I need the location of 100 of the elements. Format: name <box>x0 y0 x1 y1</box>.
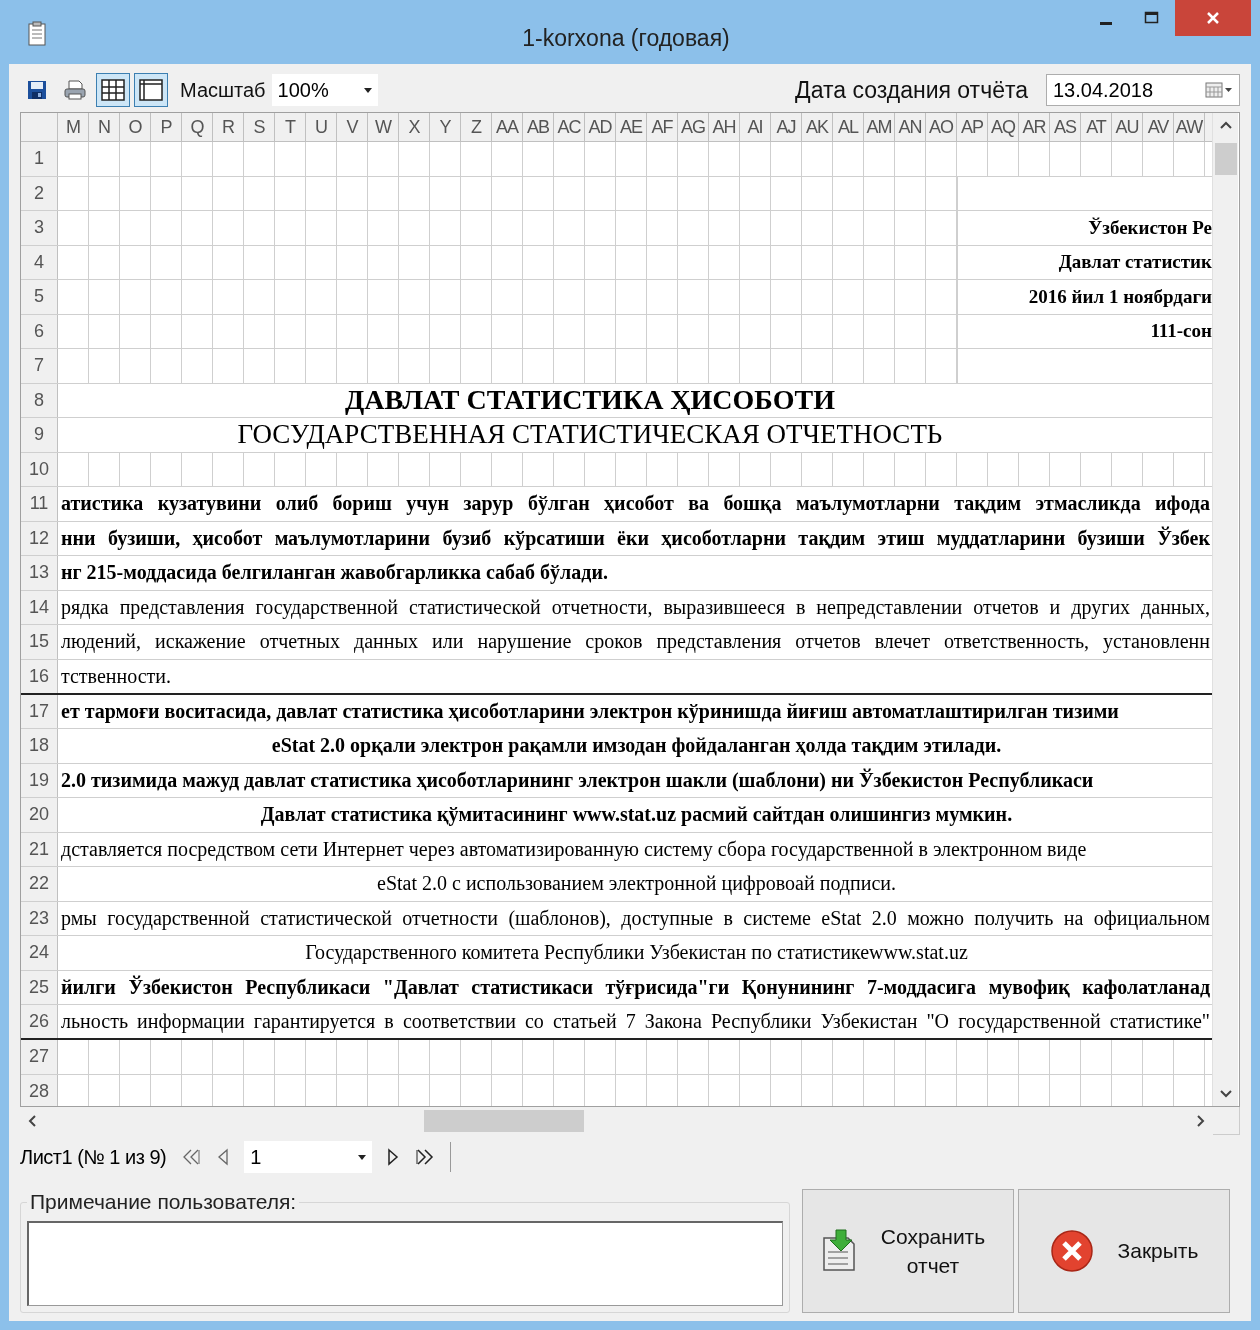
column-header: AP <box>957 113 988 141</box>
maximize-icon <box>1144 11 1160 25</box>
column-header: AV <box>1143 113 1174 141</box>
column-header: AH <box>709 113 740 141</box>
column-header: AT <box>1081 113 1112 141</box>
column-header: AG <box>678 113 709 141</box>
document-icon <box>27 21 49 47</box>
notice-text: рядка представления государственной статистической отчетности, выразившееся в непредставлении отчетов и других данных, <box>60 595 1211 619</box>
date-label: Дата создания отчёта <box>795 76 1028 104</box>
column-header: Y <box>430 113 461 141</box>
save-report-button[interactable]: Сохранить отчет <box>802 1189 1014 1313</box>
row-number: 4 <box>21 245 58 279</box>
note-field[interactable] <box>27 1221 783 1306</box>
printer-icon <box>63 79 87 101</box>
zoom-label: Масштаб <box>180 78 266 102</box>
row-number: 19 <box>21 763 58 797</box>
caret-icon <box>358 1154 367 1160</box>
row-number: 12 <box>21 521 58 555</box>
column-header: AO <box>926 113 957 141</box>
row-number: 21 <box>21 832 58 866</box>
column-header: Z <box>461 113 492 141</box>
scroll-thumb[interactable] <box>1214 143 1237 175</box>
grid-button[interactable] <box>96 73 130 107</box>
row-number: 28 <box>21 1074 58 1106</box>
header-text: Давлат статистик <box>1058 251 1212 274</box>
notice-text: льность информации гарантируется в соответствии со статьей 7 Закона Республики Узбекистан "О государственной статистике" <box>60 1010 1211 1033</box>
column-header: AB <box>523 113 554 141</box>
notice-text: eStat 2.0 с использованием электронной цифровоай подписи. <box>376 872 896 896</box>
next-page-icon[interactable] <box>386 1147 401 1167</box>
grid-icon <box>100 78 126 102</box>
row-number: 22 <box>21 867 58 901</box>
scroll-up-icon <box>1219 121 1232 129</box>
column-header: W <box>368 113 399 141</box>
page-dropdown[interactable]: 1 <box>244 1141 373 1173</box>
column-header: P <box>151 113 182 141</box>
column-header: AJ <box>771 113 802 141</box>
notice-text: дставляется посредством сети Интернет через автоматизированную систему сбора государственной в электронном виде <box>60 837 1087 861</box>
row-number: 10 <box>21 452 58 486</box>
close-icon <box>1206 11 1220 25</box>
row-number: 3 <box>21 211 58 245</box>
row-number: 6 <box>21 314 58 348</box>
column-header: AR <box>1019 113 1050 141</box>
column-header: AS <box>1050 113 1081 141</box>
notice-text: атистика кузатувини олиб бориш учун зарур бўлган ҳисобот ва бошқа маълумотларни тақдим этмасликда ифода <box>60 492 1211 516</box>
row-number: 13 <box>21 556 58 590</box>
row-number: 17 <box>21 694 58 728</box>
column-header: AA <box>492 113 523 141</box>
row-number: 25 <box>21 970 58 1004</box>
row-number: 27 <box>21 1040 58 1074</box>
column-header: N <box>89 113 120 141</box>
row-number: 14 <box>21 590 58 624</box>
notice-text: людений, искажение отчетных данных или нарушение сроков представления отчетов влечет ответственность, установленн <box>60 630 1211 654</box>
row-number: 18 <box>21 729 58 763</box>
close-icon <box>1049 1229 1094 1273</box>
size-grip[interactable] <box>1213 1107 1240 1135</box>
header-text: 111-сон <box>1150 320 1212 343</box>
report-title: ДАВЛАТ СТАТИСТИКА ҲИСОБОТИ <box>345 384 835 417</box>
header-text: Ўзбекистон Ре <box>1088 216 1212 239</box>
zoom-dropdown[interactable]: 100% <box>271 74 378 106</box>
notice-text: 2.0 тизимида мажуд давлат статистика ҳисоботларининг электрон шакли (шаблони) ни Ўзбекистон Республикаси <box>60 768 1094 792</box>
scroll-left-icon <box>28 1115 36 1127</box>
column-header: AE <box>616 113 647 141</box>
column-header: O <box>120 113 151 141</box>
previous-page-icon[interactable] <box>216 1147 231 1167</box>
row-number: 11 <box>21 487 58 521</box>
column-header: AW <box>1174 113 1205 141</box>
row-number: 20 <box>21 798 58 832</box>
column-header: Q <box>182 113 213 141</box>
caret-icon <box>363 87 372 93</box>
column-header: AK <box>802 113 833 141</box>
date-field[interactable]: 13.04.2018 <box>1046 74 1240 106</box>
column-header: AQ <box>988 113 1019 141</box>
notice-text: ет тармоғи воситасида, давлат статистика ҳисоботларини электрон кўринишда йиғиш автоматлаштирилган тизими <box>60 699 1119 723</box>
column-header: AF <box>647 113 678 141</box>
report-subtitle: ГОСУДАРСТВЕННАЯ СТАТИСТИЧЕСКАЯ ОТЧЕТНОСТЬ <box>237 419 943 451</box>
column-header: AD <box>585 113 616 141</box>
scroll-right-icon <box>1197 1115 1205 1127</box>
row-number: 16 <box>21 659 58 693</box>
notice-text: Давлат статистика қўмитасининг www.stat.uz расмий сайтдан олишингиз мумкин. <box>259 803 1013 827</box>
column-header: U <box>306 113 337 141</box>
row-number: 24 <box>21 936 58 970</box>
column-header: AL <box>833 113 864 141</box>
row-number: 23 <box>21 901 58 935</box>
notice-text: eStat 2.0 орқали электрон рақамли имзодан фойдаланган ҳолда тақдим этилади. <box>270 734 1002 758</box>
column-header: AM <box>864 113 895 141</box>
minimize-icon <box>1100 21 1112 25</box>
notice-text: йилги Ўзбекистон Республикаси "Давлат статистикаси тўғрисида"ги Қонунининг 7-моддасига мувофиқ кафолатланад <box>60 975 1211 999</box>
row-number: 7 <box>21 349 58 383</box>
column-header: V <box>337 113 368 141</box>
row-number: 8 <box>21 383 58 417</box>
scroll-down-icon <box>1219 1090 1232 1098</box>
vertical-scrollbar[interactable] <box>1212 113 1238 1106</box>
row-number: 15 <box>21 625 58 659</box>
scroll-thumb[interactable] <box>424 1110 584 1132</box>
column-header: AN <box>895 113 926 141</box>
column-header: AU <box>1112 113 1143 141</box>
close-report-button[interactable]: Закрыть <box>1018 1189 1230 1313</box>
notice-text: нг 215-моддасида белгиланган жавобгарликка сабаб бўлади. <box>60 561 608 585</box>
page-button[interactable] <box>134 73 168 107</box>
column-header: R <box>213 113 244 141</box>
